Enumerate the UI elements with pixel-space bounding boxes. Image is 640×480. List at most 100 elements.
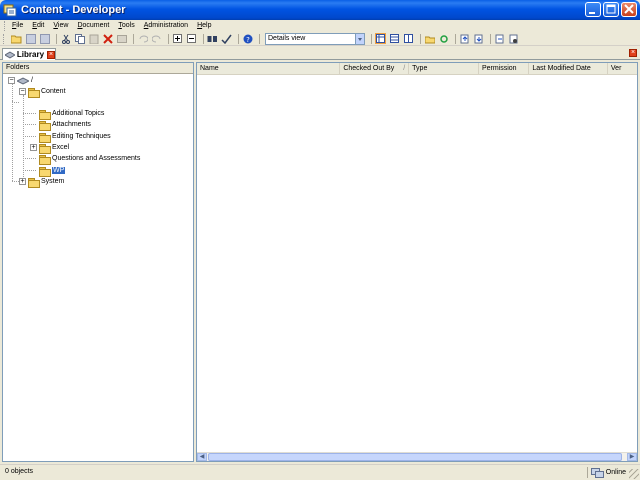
details-pane: Name Checked Out By / Type Permission La… [196, 62, 638, 462]
scroll-left-icon[interactable]: ◀ [197, 453, 207, 461]
collapse-icon[interactable]: − [19, 88, 26, 95]
folder-open-icon [39, 166, 51, 177]
column-header-last-modified-date[interactable]: Last Modified Date [529, 63, 608, 74]
title-bar[interactable]: Content - Developer [0, 0, 640, 20]
folder-icon [39, 109, 51, 120]
close-button[interactable] [621, 2, 637, 17]
close-icon [624, 4, 634, 14]
spell-check-icon[interactable] [221, 33, 232, 44]
tree-item-label: Content [41, 88, 66, 95]
tree-item-root[interactable]: − / [8, 75, 33, 86]
chevron-down-icon[interactable] [355, 33, 364, 44]
horizontal-scrollbar[interactable]: ◀ ▶ [197, 452, 637, 461]
close-icon[interactable]: × [47, 50, 55, 59]
tree-item-questions-and-assessments[interactable]: Questions and Assessments [39, 153, 140, 165]
menu-grip[interactable] [4, 21, 7, 31]
toolbar: ? Details view [0, 32, 640, 46]
view-select-value: Details view [268, 35, 306, 42]
copy-icon[interactable] [74, 33, 85, 44]
column-header-version[interactable]: Ver [608, 63, 637, 74]
tree-connector [23, 158, 36, 159]
maximize-icon [606, 4, 616, 14]
help-icon[interactable]: ? [242, 33, 253, 44]
export-icon[interactable] [508, 33, 519, 44]
details-view-icon[interactable] [375, 33, 386, 44]
folder-icon [39, 120, 51, 131]
expand-icon[interactable] [172, 33, 183, 44]
expand-icon[interactable]: + [30, 144, 37, 151]
menu-view[interactable]: View [53, 21, 68, 31]
maximize-button[interactable] [603, 2, 619, 17]
list-view-icon[interactable] [389, 33, 400, 44]
app-icon[interactable] [3, 3, 17, 17]
collapse-icon[interactable]: − [8, 77, 15, 84]
tree-item-label: Attachments [52, 121, 91, 128]
find-icon[interactable] [207, 33, 218, 44]
import-icon[interactable] [494, 33, 505, 44]
toolbar-grip[interactable] [3, 33, 6, 44]
resize-grip[interactable] [629, 469, 639, 479]
tree-item-label: System [41, 178, 65, 185]
properties-icon[interactable] [116, 33, 127, 44]
tree-item-label: Excel [52, 144, 70, 151]
save-icon[interactable] [25, 33, 36, 44]
library-icon [17, 76, 29, 85]
tree-item-additional-topics[interactable]: Additional Topics [39, 108, 104, 120]
refresh-icon[interactable] [438, 33, 449, 44]
svg-text:?: ? [246, 36, 250, 44]
tree-item-label: / [31, 77, 33, 84]
paste-icon[interactable] [88, 33, 99, 44]
tree-item-excel[interactable]: + Excel [30, 142, 70, 154]
scroll-track[interactable] [207, 453, 627, 461]
delete-icon[interactable] [102, 33, 113, 44]
tree-item-content[interactable]: − Content [19, 86, 66, 98]
undo-icon[interactable] [137, 33, 148, 44]
tab-library[interactable]: Library × [2, 48, 56, 60]
toolbar-separator [259, 33, 260, 44]
tree-item-label: Editing Techniques [52, 133, 111, 140]
tree-item-attachments[interactable]: Attachments [39, 119, 91, 131]
close-icon[interactable]: × [629, 49, 637, 57]
view-select[interactable]: Details view [265, 32, 365, 45]
column-header-type[interactable]: Type [409, 63, 479, 74]
column-header-permission[interactable]: Permission [479, 63, 530, 74]
connection-status-label: Online [605, 468, 626, 476]
column-header-label: Checked Out By [343, 65, 395, 72]
folders-header: Folders [3, 63, 193, 74]
check-in-icon[interactable] [459, 33, 470, 44]
tree-item-wp[interactable]: WP [39, 165, 66, 177]
collapse-icon[interactable] [186, 33, 197, 44]
menu-edit[interactable]: Edit [32, 21, 44, 31]
scroll-right-icon[interactable]: ▶ [627, 453, 637, 461]
menu-document[interactable]: Document [77, 21, 109, 31]
menu-bar: File Edit View Document Tools Administra… [0, 20, 640, 32]
tree-connector [12, 181, 19, 182]
menu-administration[interactable]: Administration [144, 21, 188, 31]
check-out-icon[interactable] [473, 33, 484, 44]
minimize-button[interactable] [585, 2, 601, 17]
publish-icon[interactable] [424, 33, 435, 44]
redo-icon[interactable] [151, 33, 162, 44]
expand-icon[interactable]: + [19, 178, 26, 185]
tree-connector [12, 101, 13, 181]
open-folder-icon[interactable] [11, 33, 22, 44]
tree-connector [23, 170, 36, 171]
cut-icon[interactable] [60, 33, 71, 44]
split-view-icon[interactable] [403, 33, 414, 44]
menu-file[interactable]: File [12, 21, 23, 31]
save-all-icon[interactable] [39, 33, 50, 44]
tab-library-label: Library [16, 50, 45, 59]
connection-status: Online [590, 468, 626, 478]
tree-connector [12, 102, 19, 103]
toolbar-separator [238, 33, 239, 44]
toolbar-separator [168, 33, 169, 44]
menu-tools[interactable]: Tools [118, 21, 134, 31]
menu-help[interactable]: Help [197, 21, 211, 31]
scroll-thumb[interactable] [208, 453, 622, 461]
folder-icon [28, 177, 40, 188]
tree-connector [23, 136, 36, 137]
tree-item-system[interactable]: + System [19, 176, 65, 188]
tree-item-editing-techniques[interactable]: Editing Techniques [39, 131, 111, 143]
column-header-checked-out-by[interactable]: Checked Out By / [340, 63, 410, 74]
column-header-name[interactable]: Name [197, 63, 341, 74]
